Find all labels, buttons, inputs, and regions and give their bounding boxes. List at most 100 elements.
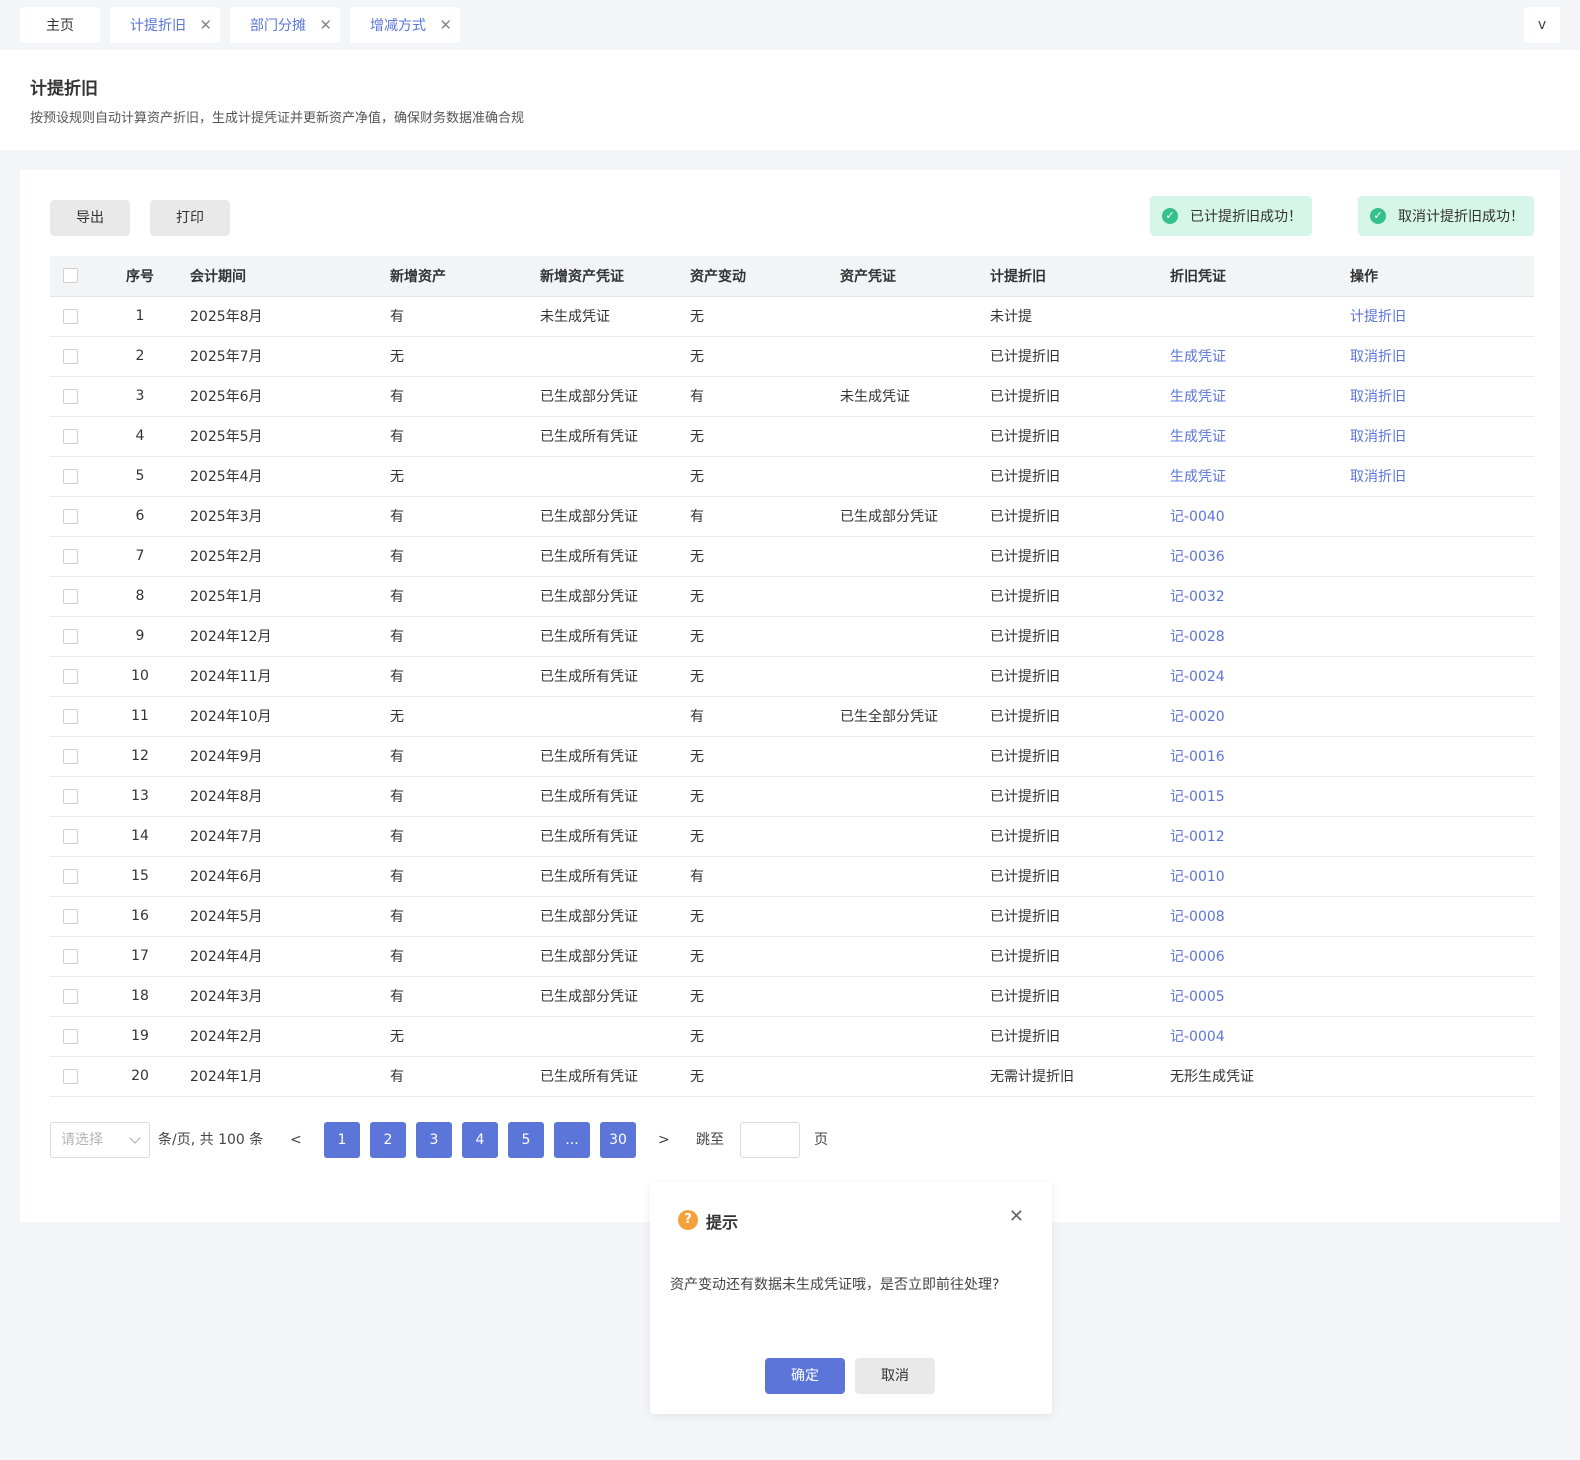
row-checkbox-cell[interactable] <box>50 1016 90 1057</box>
close-icon[interactable]: ✕ <box>439 7 452 43</box>
row-checkbox[interactable] <box>62 508 78 524</box>
export-button[interactable]: 导出 <box>50 200 130 236</box>
cell-depreciation: 已计提折旧 <box>990 336 1170 377</box>
row-checkbox-cell[interactable] <box>50 896 90 937</box>
voucher-link[interactable]: 记-0020 <box>1170 709 1225 725</box>
voucher-link[interactable]: 记-0008 <box>1170 909 1225 925</box>
row-checkbox-cell[interactable] <box>50 776 90 817</box>
row-checkbox[interactable] <box>62 628 78 644</box>
row-checkbox-cell[interactable] <box>50 536 90 577</box>
voucher-link[interactable]: 记-0005 <box>1170 989 1225 1005</box>
row-checkbox[interactable] <box>62 828 78 844</box>
row-checkbox[interactable] <box>62 308 78 324</box>
page-button-1[interactable]: 1 <box>324 1122 360 1158</box>
jump-page-input[interactable] <box>740 1122 800 1158</box>
select-all-checkbox[interactable] <box>62 268 78 284</box>
close-icon[interactable]: ✕ <box>319 7 332 43</box>
cell-period: 2024年8月 <box>190 776 390 817</box>
page-button-2[interactable]: 2 <box>370 1122 406 1158</box>
row-checkbox-cell[interactable] <box>50 656 90 697</box>
cancel-button[interactable]: 取消 <box>855 1358 935 1394</box>
page-button-5[interactable]: 5 <box>508 1122 544 1158</box>
voucher-link[interactable]: 记-0032 <box>1170 589 1225 605</box>
cell-asset-change: 无 <box>690 896 840 937</box>
row-checkbox[interactable] <box>62 1028 78 1044</box>
voucher-link[interactable]: 记-0004 <box>1170 1029 1225 1045</box>
voucher-link[interactable]: 记-0010 <box>1170 869 1225 885</box>
voucher-link[interactable]: 记-0012 <box>1170 829 1225 845</box>
table-header-row: 序号 会计期间 新增资产 新增资产凭证 资产变动 资产凭证 计提折旧 折旧凭证 … <box>50 256 1534 297</box>
print-button[interactable]: 打印 <box>150 200 230 236</box>
row-checkbox[interactable] <box>62 388 78 404</box>
row-action-link[interactable]: 取消折旧 <box>1350 469 1406 485</box>
row-checkbox-cell[interactable] <box>50 976 90 1017</box>
col-header-new-asset-voucher: 新增资产凭证 <box>540 256 690 297</box>
voucher-link[interactable]: 生成凭证 <box>1170 469 1226 485</box>
voucher-link[interactable]: 记-0028 <box>1170 629 1225 645</box>
tab-change-method[interactable]: 增减方式 ✕ <box>350 7 460 43</box>
row-checkbox-cell[interactable] <box>50 456 90 497</box>
page-button-ellipsis[interactable]: ... <box>554 1122 590 1158</box>
voucher-link[interactable]: 记-0006 <box>1170 949 1225 965</box>
row-checkbox[interactable] <box>62 548 78 564</box>
row-action-link[interactable]: 取消折旧 <box>1350 389 1406 405</box>
tab-department-allocation[interactable]: 部门分摊 ✕ <box>230 7 340 43</box>
voucher-link[interactable]: 生成凭证 <box>1170 429 1226 445</box>
page-size-select[interactable]: 请选择 <box>50 1122 150 1158</box>
row-checkbox[interactable] <box>62 708 78 724</box>
row-checkbox-cell[interactable] <box>50 736 90 777</box>
row-checkbox[interactable] <box>62 908 78 924</box>
row-checkbox[interactable] <box>62 428 78 444</box>
tab-more-chevron-icon[interactable]: v <box>1524 7 1560 43</box>
cell-new-asset-voucher <box>540 336 690 377</box>
cell-depreciation: 已计提折旧 <box>990 896 1170 937</box>
row-checkbox[interactable] <box>62 1068 78 1084</box>
row-checkbox-cell[interactable] <box>50 616 90 657</box>
voucher-link[interactable]: 生成凭证 <box>1170 349 1226 365</box>
voucher-link[interactable]: 记-0024 <box>1170 669 1225 685</box>
row-checkbox[interactable] <box>62 468 78 484</box>
tab-home[interactable]: 主页 <box>20 7 100 43</box>
voucher-link[interactable]: 记-0036 <box>1170 549 1225 565</box>
row-checkbox-cell[interactable] <box>50 696 90 737</box>
voucher-link[interactable]: 记-0015 <box>1170 789 1225 805</box>
row-checkbox[interactable] <box>62 348 78 364</box>
row-checkbox-cell[interactable] <box>50 416 90 457</box>
tab-depreciation[interactable]: 计提折旧 ✕ <box>110 7 220 43</box>
row-checkbox[interactable] <box>62 948 78 964</box>
row-checkbox[interactable] <box>62 788 78 804</box>
row-checkbox-cell[interactable] <box>50 856 90 897</box>
row-action-link[interactable]: 取消折旧 <box>1350 429 1406 445</box>
row-checkbox-cell[interactable] <box>50 296 90 337</box>
page-button-4[interactable]: 4 <box>462 1122 498 1158</box>
cell-new-asset: 有 <box>390 936 540 977</box>
row-checkbox[interactable] <box>62 988 78 1004</box>
row-checkbox[interactable] <box>62 748 78 764</box>
row-action-link[interactable]: 计提折旧 <box>1350 309 1406 325</box>
confirm-button[interactable]: 确定 <box>765 1358 845 1394</box>
row-checkbox-cell[interactable] <box>50 496 90 537</box>
row-action-link[interactable]: 取消折旧 <box>1350 349 1406 365</box>
page-button-30[interactable]: 30 <box>600 1122 636 1158</box>
row-checkbox[interactable] <box>62 668 78 684</box>
row-checkbox[interactable] <box>62 588 78 604</box>
row-checkbox-cell[interactable] <box>50 1056 90 1097</box>
row-checkbox[interactable] <box>62 868 78 884</box>
voucher-link[interactable]: 记-0016 <box>1170 749 1225 765</box>
prev-page-button[interactable]: < <box>290 1122 302 1158</box>
col-header-depreciation: 计提折旧 <box>990 256 1170 297</box>
row-checkbox-cell[interactable] <box>50 376 90 417</box>
row-checkbox-cell[interactable] <box>50 336 90 377</box>
cell-new-asset-voucher: 已生成所有凭证 <box>540 736 690 777</box>
row-checkbox-cell[interactable] <box>50 816 90 857</box>
voucher-link[interactable]: 生成凭证 <box>1170 389 1226 405</box>
row-checkbox-cell[interactable] <box>50 936 90 977</box>
row-checkbox-cell[interactable] <box>50 576 90 617</box>
voucher-link[interactable]: 记-0040 <box>1170 509 1225 525</box>
page-button-3[interactable]: 3 <box>416 1122 452 1158</box>
close-icon[interactable]: ✕ <box>1009 1206 1024 1227</box>
tab-bar: 主页 计提折旧 ✕ 部门分摊 ✕ 增减方式 ✕ v <box>0 0 1580 50</box>
select-all-checkbox-cell[interactable] <box>50 256 90 297</box>
close-icon[interactable]: ✕ <box>199 7 212 43</box>
next-page-button[interactable]: > <box>658 1122 670 1158</box>
